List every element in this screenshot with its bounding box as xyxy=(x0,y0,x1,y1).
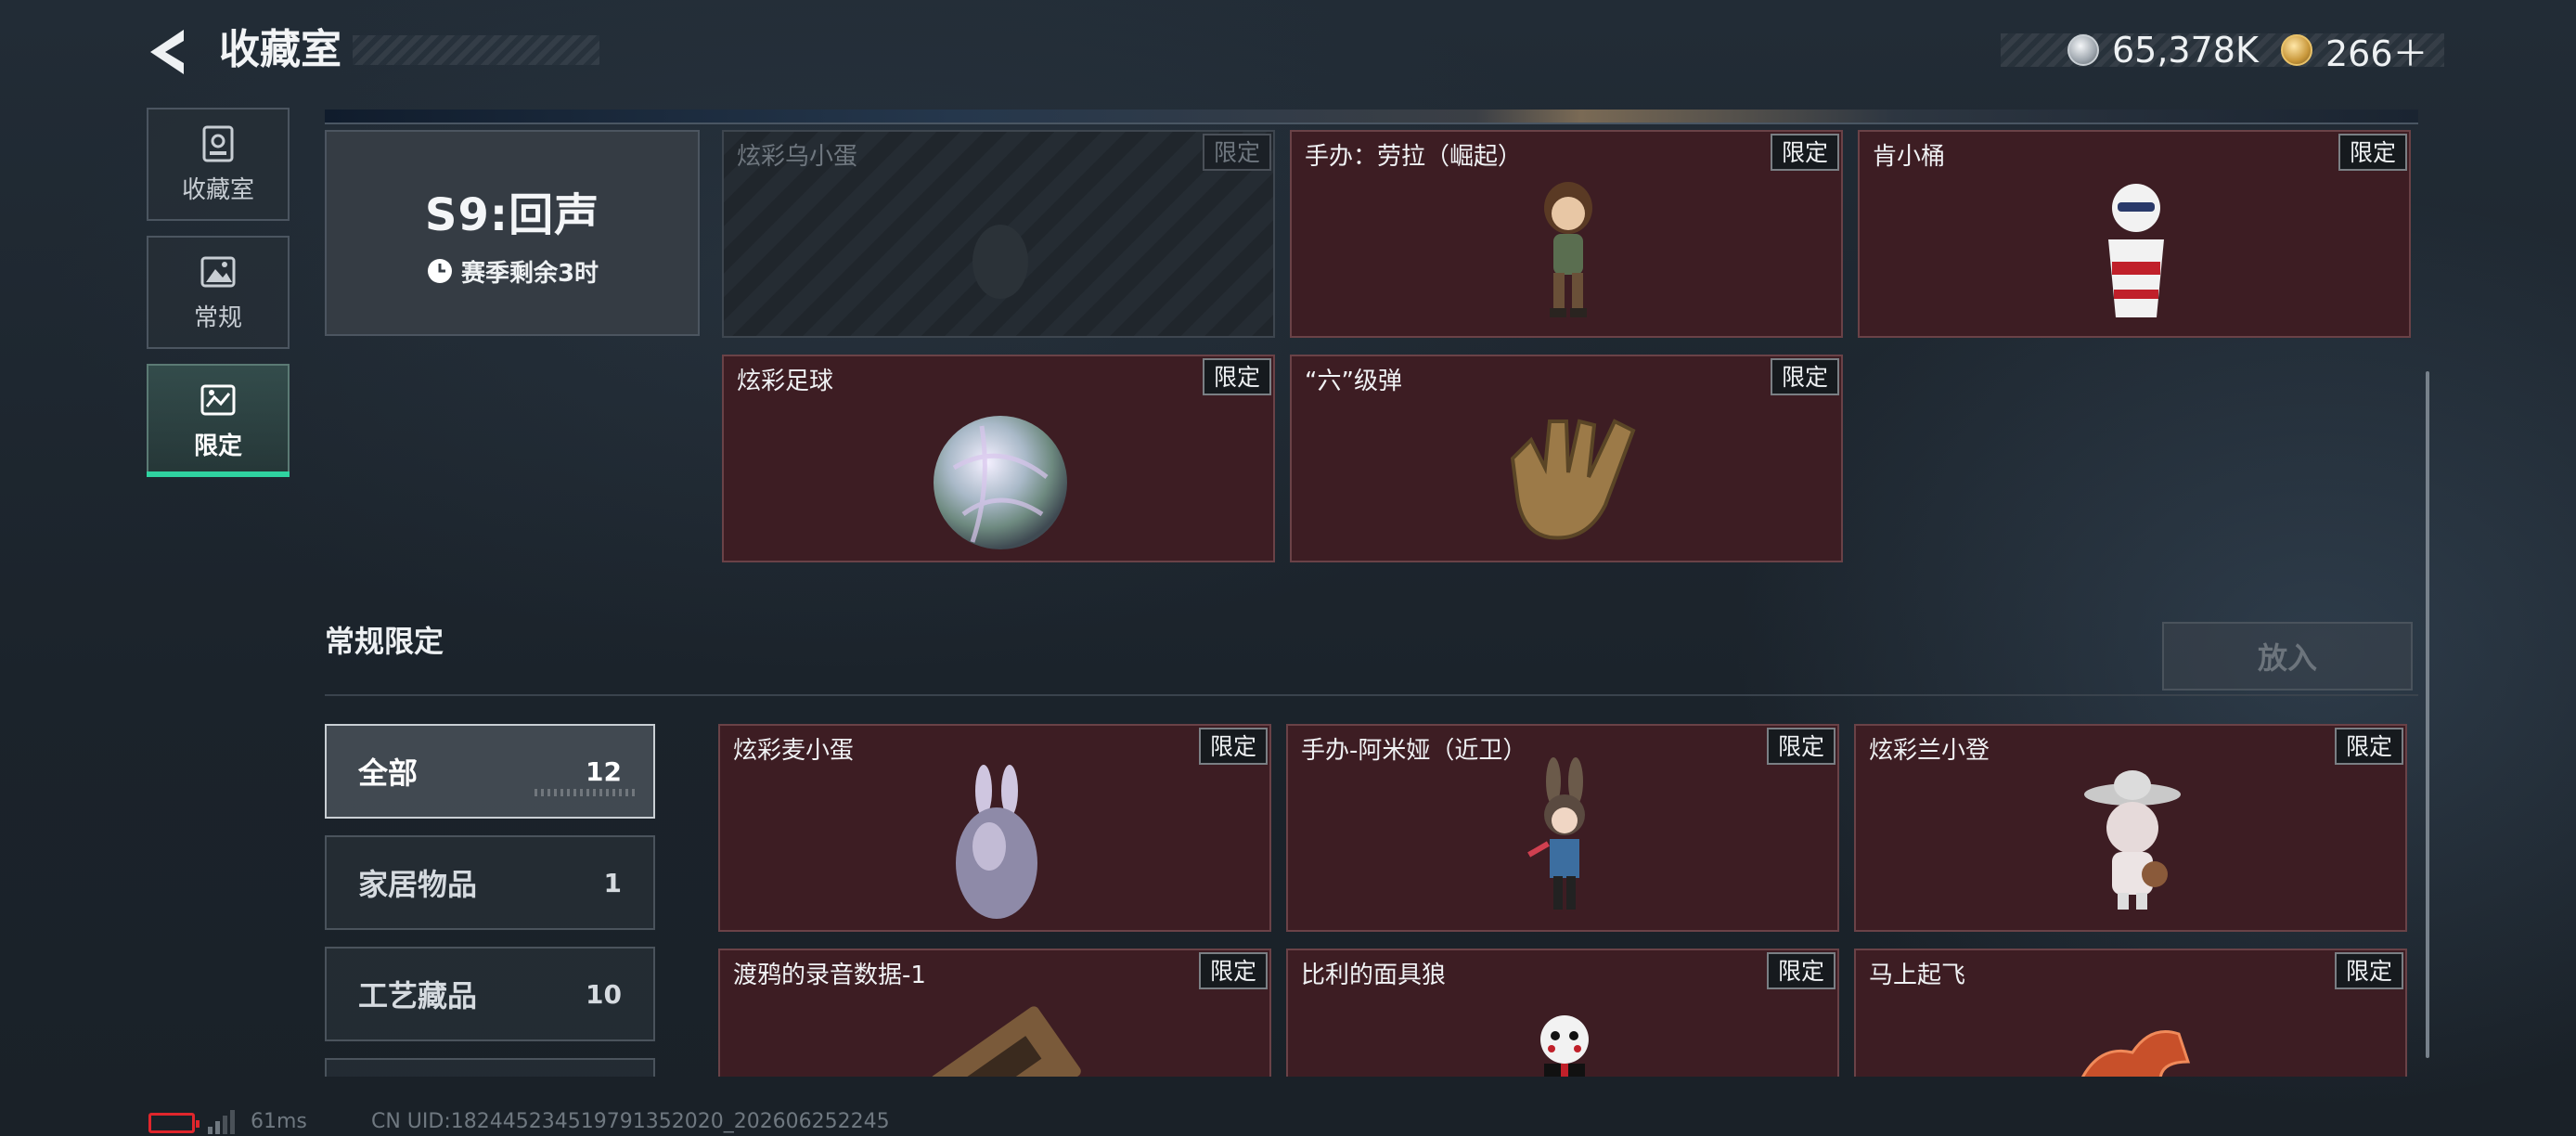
silver-currency: 65,378K xyxy=(2067,28,2259,72)
sidebar-item-limited[interactable]: 限定 xyxy=(147,364,290,477)
collection-item[interactable]: 炫彩兰小登 限定 xyxy=(1854,724,2407,932)
crystal-horse-icon xyxy=(2081,1030,2191,1077)
season-title: S9:回声 xyxy=(424,188,600,241)
limited-badge: 限定 xyxy=(1770,134,1839,171)
sidebar-item-label: 常规 xyxy=(193,303,242,332)
collection-item[interactable]: 手办：劳拉（崛起） 限定 xyxy=(1290,130,1843,338)
item-name: 肯小桶 xyxy=(1873,143,1946,171)
figure-amiya-icon xyxy=(1527,757,1585,910)
season-banner xyxy=(325,110,2418,124)
filter-label: 全部 xyxy=(358,755,419,791)
silver-amount: 65,378K xyxy=(2112,30,2259,71)
figure-lara-icon xyxy=(1544,182,1592,317)
limited-icon xyxy=(200,384,236,415)
collection-item[interactable]: “六”级弹 限定 xyxy=(1290,355,1843,562)
collection-item[interactable]: 炫彩足球 限定 xyxy=(722,355,1275,562)
item-name: 炫彩足球 xyxy=(737,368,834,395)
sidebar-item-regular[interactable]: 常规 xyxy=(147,236,290,349)
collection-item[interactable]: 炫彩麦小蛋 限定 xyxy=(718,724,1271,932)
item-name: 渡鸦的录音数据-1 xyxy=(733,962,926,989)
back-arrow-icon[interactable] xyxy=(147,26,191,78)
filter-home-items[interactable]: 家居物品 1 xyxy=(325,835,655,930)
filter-count: 1 xyxy=(603,867,622,898)
limited-badge: 限定 xyxy=(1766,728,1835,765)
filter-craft-items[interactable]: 工艺藏品 10 xyxy=(325,947,655,1041)
item-name: 炫彩麦小蛋 xyxy=(733,737,855,765)
ping-value: 61ms xyxy=(251,1109,307,1133)
sombrero-figure-icon xyxy=(2084,770,2181,910)
egg-silhouette-icon xyxy=(972,225,1028,299)
item-name: “六”级弹 xyxy=(1305,368,1402,395)
item-name: 炫彩兰小登 xyxy=(1869,737,1990,765)
sidebar-item-label: 收藏室 xyxy=(181,175,254,204)
limited-badge: 限定 xyxy=(2334,728,2403,765)
item-name: 比利的面具狼 xyxy=(1301,962,1447,989)
bronze-hand-icon xyxy=(1510,419,1636,540)
put-in-button[interactable]: 放入 xyxy=(2162,622,2413,691)
gold-amount[interactable]: 266＋ xyxy=(2325,25,2428,76)
filter-more[interactable] xyxy=(325,1058,655,1077)
limited-badge: 限定 xyxy=(1198,728,1268,765)
limited-badge: 限定 xyxy=(2338,134,2407,171)
gold-coin-icon xyxy=(2281,34,2312,66)
collection-icon xyxy=(202,125,234,161)
season-remaining-text: 赛季剩余3时 xyxy=(460,259,599,288)
collection-item[interactable]: 肯小桶 限定 xyxy=(1858,130,2411,338)
filter-decoration xyxy=(535,789,637,796)
billy-puppet-icon xyxy=(1540,1015,1589,1077)
signal-icon xyxy=(208,1110,235,1134)
bucket-figure-icon xyxy=(2108,184,2164,317)
scrollbar[interactable] xyxy=(2426,371,2429,1058)
limited-badge: 限定 xyxy=(1770,358,1839,395)
filter-count: 12 xyxy=(586,755,622,787)
collection-item[interactable]: 比利的面具狼 限定 xyxy=(1286,949,1839,1077)
battery-icon xyxy=(148,1113,200,1133)
clock-icon xyxy=(427,259,452,283)
cassette-tape-icon xyxy=(931,1006,1081,1077)
collection-item[interactable]: 渡鸦的录音数据-1 限定 xyxy=(718,949,1271,1077)
collection-list[interactable]: S9:回声 赛季剩余3时 炫彩乌小蛋 限定 手办：劳拉（崛起） 限定 肯小桶 限… xyxy=(316,110,2431,1077)
collection-item[interactable]: 手办-阿米娅（近卫） 限定 xyxy=(1286,724,1839,932)
limited-badge: 限定 xyxy=(1202,134,1271,171)
limited-badge: 限定 xyxy=(1766,952,1835,989)
gold-currency[interactable]: 266＋ xyxy=(2281,28,2428,74)
item-name: 马上起飞 xyxy=(1869,962,1966,989)
image-icon xyxy=(200,256,236,287)
limited-badge: 限定 xyxy=(1198,952,1268,989)
silver-coin-icon xyxy=(2067,34,2099,66)
collection-item[interactable]: 炫彩乌小蛋 限定 xyxy=(722,130,1275,338)
iridescent-football-icon xyxy=(934,416,1067,549)
title-decoration xyxy=(353,35,599,65)
collection-screen: 收藏室 65,378K 266＋ 收藏室 常规 限定 S9:回声 赛季剩余3时 … xyxy=(0,0,2576,1136)
limited-badge: 限定 xyxy=(1202,358,1271,395)
season-remaining: 赛季剩余3时 xyxy=(426,254,599,289)
section-divider xyxy=(325,694,2418,696)
section-title: 常规限定 xyxy=(325,624,444,659)
filter-count: 10 xyxy=(586,978,622,1010)
item-name: 炫彩乌小蛋 xyxy=(737,143,858,171)
user-uid: CN UID:182445234519791352020_20260625224… xyxy=(371,1109,890,1133)
limited-badge: 限定 xyxy=(2334,952,2403,989)
filter-label: 家居物品 xyxy=(358,867,478,902)
page-title: 收藏室 xyxy=(219,26,341,73)
iridescent-bunny-egg-icon xyxy=(956,765,1037,919)
collection-item[interactable]: 马上起飞 限定 xyxy=(1854,949,2407,1077)
season-card: S9:回声 赛季剩余3时 xyxy=(325,130,700,336)
filter-label: 工艺藏品 xyxy=(358,978,478,1013)
sidebar-item-collection[interactable]: 收藏室 xyxy=(147,108,290,221)
sidebar-item-label: 限定 xyxy=(193,432,242,460)
filter-all[interactable]: 全部 12 xyxy=(325,724,655,819)
